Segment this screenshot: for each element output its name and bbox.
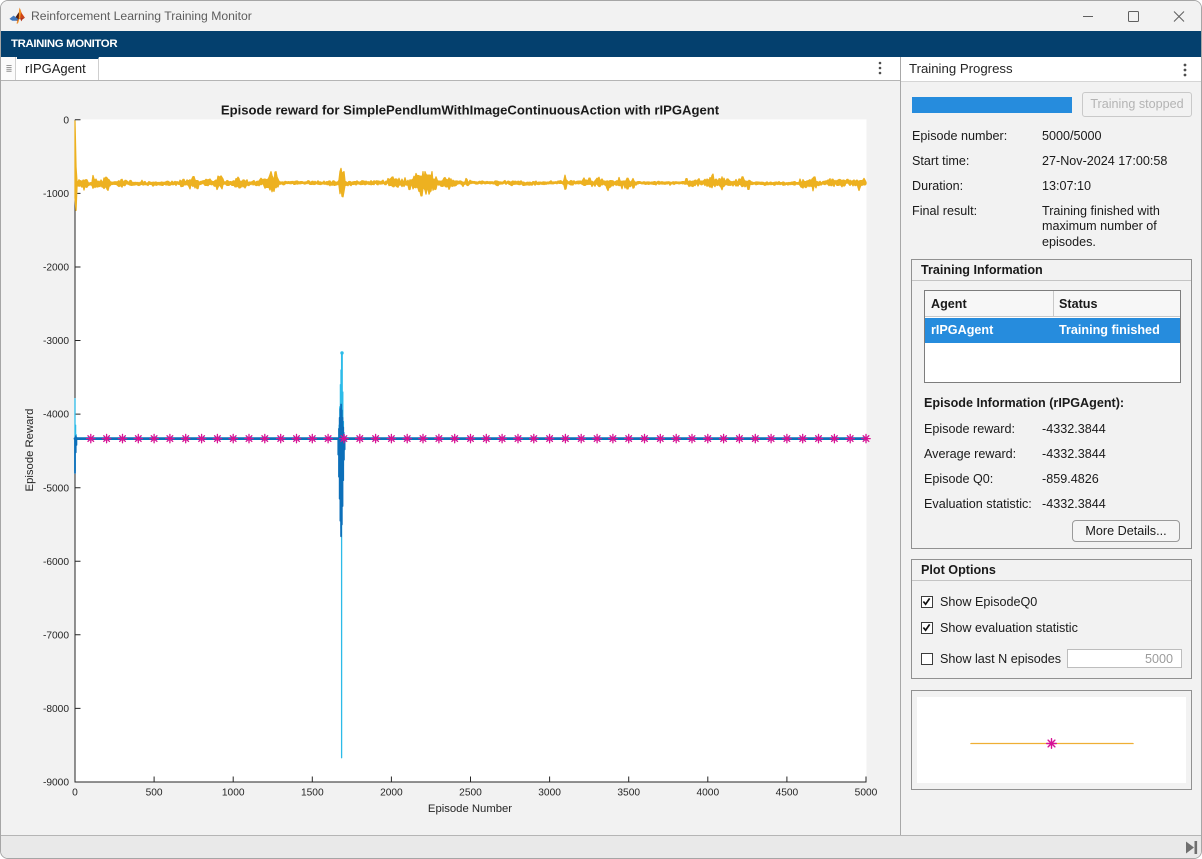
svg-text:1000: 1000 bbox=[222, 788, 245, 799]
svg-text:-8000: -8000 bbox=[43, 704, 69, 715]
svg-text:4500: 4500 bbox=[776, 788, 799, 799]
svg-text:500: 500 bbox=[146, 788, 163, 799]
svg-text:5000: 5000 bbox=[855, 788, 878, 799]
svg-text:0: 0 bbox=[72, 788, 78, 799]
svg-text:-2000: -2000 bbox=[43, 263, 69, 274]
svg-text:2000: 2000 bbox=[380, 788, 403, 799]
svg-text:-9000: -9000 bbox=[43, 778, 69, 789]
svg-text:Episode Reward: Episode Reward bbox=[24, 409, 36, 492]
svg-text:Episode reward for SimplePendl: Episode reward for SimplePendlumWithImag… bbox=[221, 103, 720, 118]
svg-text:-5000: -5000 bbox=[43, 483, 69, 494]
svg-text:-4000: -4000 bbox=[43, 410, 69, 421]
svg-text:0: 0 bbox=[63, 115, 69, 126]
svg-text:2500: 2500 bbox=[459, 788, 482, 799]
svg-text:-3000: -3000 bbox=[43, 336, 69, 347]
svg-text:3000: 3000 bbox=[538, 788, 561, 799]
svg-text:Episode Number: Episode Number bbox=[428, 803, 512, 815]
svg-text:-7000: -7000 bbox=[43, 630, 69, 641]
svg-text:3500: 3500 bbox=[617, 788, 640, 799]
svg-text:-1000: -1000 bbox=[43, 189, 69, 200]
svg-text:1500: 1500 bbox=[301, 788, 324, 799]
svg-text:-6000: -6000 bbox=[43, 557, 69, 568]
svg-text:4000: 4000 bbox=[696, 788, 719, 799]
